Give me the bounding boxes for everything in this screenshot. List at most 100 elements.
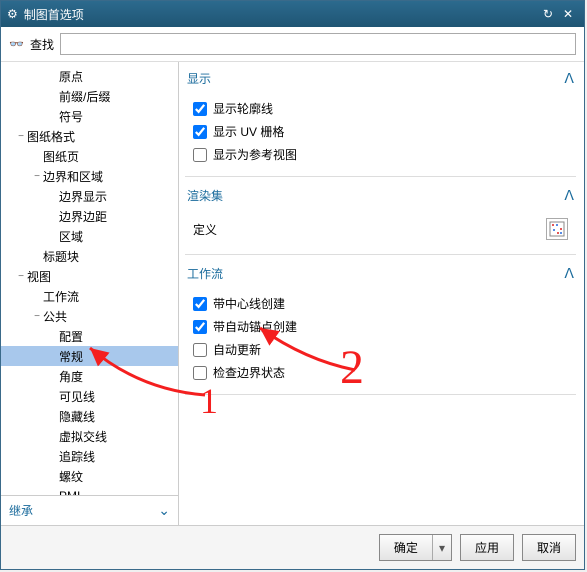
checkbox-row: 带中心线创建 — [193, 292, 568, 315]
section-title: 工作流 — [187, 265, 223, 282]
checkbox-label: 显示为参考视图 — [213, 146, 297, 163]
tree-item[interactable]: 边界显示 — [1, 186, 178, 206]
checkbox-label: 带自动锚点创建 — [213, 318, 297, 335]
preferences-dialog: ⚙ 制图首选项 ↻ ✕ 👓 查找 原点前缀/后缀符号−图纸格式图纸页−边界和区域… — [0, 0, 585, 570]
tree-item[interactable]: 标题块 — [1, 246, 178, 266]
tree-item-label: 螺纹 — [59, 468, 83, 485]
tree-item-label: 原点 — [59, 68, 83, 85]
tree-item[interactable]: −边界和区域 — [1, 166, 178, 186]
search-label: 查找 — [30, 36, 54, 53]
expander-icon[interactable]: − — [31, 311, 43, 322]
tree-item-label: 虚拟交线 — [59, 428, 107, 445]
tree-item[interactable]: 角度 — [1, 366, 178, 386]
ok-button[interactable]: 确定 — [380, 535, 432, 560]
tree-item-label: 区域 — [59, 228, 83, 245]
tree-item-label: 边界边距 — [59, 208, 107, 225]
section-render: 渲染集 ᐱ 定义 — [185, 183, 576, 255]
define-row: 定义 — [193, 214, 568, 244]
checkbox-label: 检查边界状态 — [213, 364, 285, 381]
checkbox-row: 显示为参考视图 — [193, 143, 568, 166]
tree-item-label: 隐藏线 — [59, 408, 95, 425]
checkbox-row: 显示轮廓线 — [193, 97, 568, 120]
tree-item[interactable]: 区域 — [1, 226, 178, 246]
close-button[interactable]: ✕ — [558, 7, 578, 21]
section-workflow: 工作流 ᐱ 带中心线创建带自动锚点创建自动更新检查边界状态 — [185, 261, 576, 395]
collapse-icon: ᐱ — [564, 265, 574, 282]
checkbox-label: 显示 UV 栅格 — [213, 123, 284, 140]
tree-item-label: 常规 — [59, 348, 83, 365]
tree-item[interactable]: 常规 — [1, 346, 178, 366]
section-header-display[interactable]: 显示 ᐱ — [185, 66, 576, 91]
section-title: 渲染集 — [187, 187, 223, 204]
checkbox-row: 检查边界状态 — [193, 361, 568, 384]
tree-item[interactable]: −视图 — [1, 266, 178, 286]
tree-item[interactable]: −图纸格式 — [1, 126, 178, 146]
tree-item[interactable]: 螺纹 — [1, 466, 178, 486]
tree-item[interactable]: 追踪线 — [1, 446, 178, 466]
tree-item-label: 追踪线 — [59, 448, 95, 465]
tree-item-label: 图纸页 — [43, 148, 79, 165]
collapse-icon: ᐱ — [564, 70, 574, 87]
tree-item[interactable]: 边界边距 — [1, 206, 178, 226]
checkbox-label: 自动更新 — [213, 341, 261, 358]
tree-item[interactable]: 配置 — [1, 326, 178, 346]
tree-item-label: 图纸格式 — [27, 128, 75, 145]
reset-button[interactable]: ↻ — [538, 7, 558, 21]
checkbox-row: 带自动锚点创建 — [193, 315, 568, 338]
inherit-row[interactable]: 继承 ⌄ — [1, 495, 178, 525]
inherit-label: 继承 — [9, 502, 33, 519]
checkbox[interactable] — [193, 148, 207, 162]
tree-item[interactable]: 隐藏线 — [1, 406, 178, 426]
expander-icon[interactable]: − — [15, 271, 27, 282]
ok-dropdown[interactable]: ▾ — [433, 541, 451, 555]
collapse-icon: ᐱ — [564, 187, 574, 204]
tree-item[interactable]: 图纸页 — [1, 146, 178, 166]
chevron-down-icon: ⌄ — [158, 502, 170, 519]
checkbox-label: 带中心线创建 — [213, 295, 285, 312]
expander-icon[interactable]: − — [15, 131, 27, 142]
tree-item-label: 前缀/后缀 — [59, 88, 110, 105]
tree-item[interactable]: 可见线 — [1, 386, 178, 406]
section-display: 显示 ᐱ 显示轮廓线显示 UV 栅格显示为参考视图 — [185, 66, 576, 177]
tree-item-label: 角度 — [59, 368, 83, 385]
binoculars-icon: 👓 — [9, 37, 24, 51]
tree-item[interactable]: 符号 — [1, 106, 178, 126]
checkbox[interactable] — [193, 343, 207, 357]
tree-item[interactable]: PMI — [1, 486, 178, 495]
search-input[interactable] — [60, 33, 576, 55]
content-area: 原点前缀/后缀符号−图纸格式图纸页−边界和区域边界显示边界边距区域标题块−视图工… — [1, 62, 584, 525]
section-header-workflow[interactable]: 工作流 ᐱ — [185, 261, 576, 286]
section-header-render[interactable]: 渲染集 ᐱ — [185, 183, 576, 208]
nav-tree[interactable]: 原点前缀/后缀符号−图纸格式图纸页−边界和区域边界显示边界边距区域标题块−视图工… — [1, 62, 178, 495]
render-set-icon — [549, 221, 565, 237]
tree-pane: 原点前缀/后缀符号−图纸格式图纸页−边界和区域边界显示边界边距区域标题块−视图工… — [1, 62, 179, 525]
cancel-button[interactable]: 取消 — [523, 535, 575, 560]
gear-icon: ⚙ — [7, 7, 18, 21]
search-bar: 👓 查找 — [1, 27, 584, 62]
tree-item[interactable]: −公共 — [1, 306, 178, 326]
tree-item-label: 工作流 — [43, 288, 79, 305]
checkbox-label: 显示轮廓线 — [213, 100, 273, 117]
checkbox[interactable] — [193, 102, 207, 116]
tree-item[interactable]: 虚拟交线 — [1, 426, 178, 446]
tree-item-label: 可见线 — [59, 388, 95, 405]
checkbox-row: 自动更新 — [193, 338, 568, 361]
checkbox[interactable] — [193, 320, 207, 334]
define-button[interactable] — [546, 218, 568, 240]
checkbox[interactable] — [193, 297, 207, 311]
tree-item[interactable]: 工作流 — [1, 286, 178, 306]
dialog-title: 制图首选项 — [24, 6, 538, 23]
tree-item-label: 公共 — [43, 308, 67, 325]
expander-icon[interactable]: − — [31, 171, 43, 182]
tree-item-label: 配置 — [59, 328, 83, 345]
apply-button[interactable]: 应用 — [461, 535, 513, 560]
ok-group: 确定 ▾ — [379, 534, 452, 561]
tree-item-label: 标题块 — [43, 248, 79, 265]
footer: 确定 ▾ 应用 取消 — [1, 525, 584, 569]
section-title: 显示 — [187, 70, 211, 87]
checkbox[interactable] — [193, 366, 207, 380]
tree-item[interactable]: 前缀/后缀 — [1, 86, 178, 106]
checkbox[interactable] — [193, 125, 207, 139]
tree-item[interactable]: 原点 — [1, 66, 178, 86]
tree-item-label: 视图 — [27, 268, 51, 285]
